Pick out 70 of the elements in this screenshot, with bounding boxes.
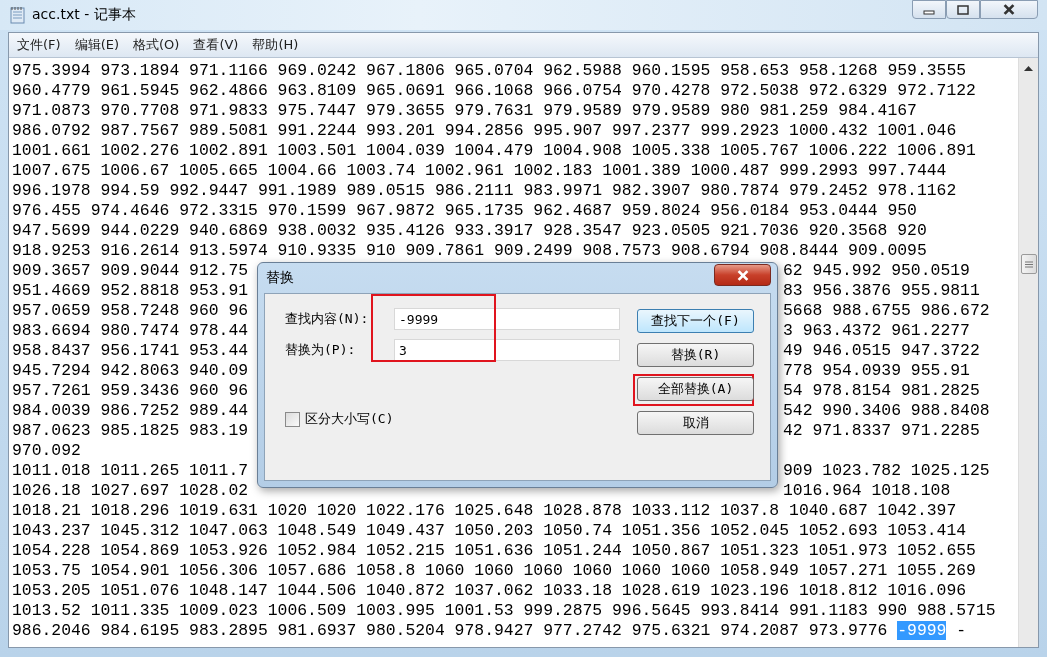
text-fragment: 984.0039 986.7252 989.44 [12, 401, 249, 420]
field-label: 查找内容(N): [285, 310, 370, 328]
text-line: 1018.21 1018.296 1019.631 1020 1020 1022.176 1025.648 1028.878 1033.112 1037.8 1040.687 1042.397 [12, 501, 958, 521]
text-fragment: 945.7294 942.8063 940.09 [12, 361, 249, 380]
dialog-title: 替换 [265, 269, 294, 287]
maximize-button[interactable] [946, 0, 980, 19]
scrollbar[interactable] [1018, 58, 1038, 647]
text-line: 986.2046 984.6195 983.2895 981.6937 980.5204 978.9427 977.2742 975.6321 974.2087 973.9776 [12, 621, 888, 640]
menu-item[interactable]: 文件(F) [11, 36, 67, 54]
field-label: 替换为(P): [285, 341, 357, 359]
text-fragment: 1016.964 1018.108 [783, 481, 951, 501]
dialog-button[interactable]: 查找下一个(F) [637, 309, 754, 333]
text-line: 971.0873 970.7708 971.9833 975.7447 979.3655 979.7631 979.9589 979.9589 980 981.259 984.4167 [12, 101, 918, 121]
text-line: 975.3994 973.1894 971.1166 969.0242 967.1806 965.0704 962.5988 960.1595 958.653 958.1268 959.3555 [12, 61, 968, 81]
text-line: 996.1978 994.59 992.9447 991.1989 989.0515 986.2111 983.9971 982.3907 980.7874 979.2452 978.1162 [12, 181, 958, 201]
notepad-icon [10, 6, 26, 24]
selected-text: -9999 [897, 621, 947, 640]
text-fragment: 62 945.992 950.0519 [783, 261, 970, 281]
close-icon [1002, 4, 1016, 15]
menu-item[interactable]: 编辑(E) [68, 36, 125, 54]
text-line: 1001.661 1002.276 1002.891 1003.501 1004.039 1004.479 1004.908 1005.338 1005.767 1006.222 1006.891 [12, 141, 977, 161]
minimize-button[interactable] [912, 0, 946, 19]
text-line: 918.9253 916.2614 913.5974 910.9335 910 909.7861 909.2499 908.7573 908.6794 908.8444 909.0095 [12, 241, 928, 261]
close-icon [735, 269, 750, 281]
maximize-icon [957, 4, 969, 15]
text-fragment: - [956, 621, 967, 640]
text-fragment: 3 963.4372 961.2277 [783, 321, 970, 341]
text-fragment: 1011.018 1011.265 1011.7 [12, 461, 249, 480]
text-fragment: 5668 988.6755 986.672 [783, 301, 990, 321]
text-line: 976.455 974.4646 972.3315 970.1599 967.9872 965.1735 962.4687 959.8024 956.0184 953.0444 950 [12, 201, 918, 221]
text-line: 986.0792 987.7567 989.5081 991.2244 993.201 994.2856 995.907 997.2377 999.2923 1000.432 1001.046 [12, 121, 958, 141]
text-fragment: 909.3657 909.9044 912.75 [12, 261, 249, 280]
text-fragment: 958.8437 956.1741 953.44 [12, 341, 249, 360]
text-fragment: 987.0623 985.1825 983.19 [12, 421, 249, 440]
scroll-up-icon[interactable] [1024, 66, 1033, 71]
text-line: 960.4779 961.5945 962.4866 963.8109 965.0691 966.1068 966.0754 970.4278 972.5038 972.6329 972.7122 [12, 81, 977, 101]
text-line: 1053.205 1051.076 1048.147 1044.506 1040.872 1037.062 1033.18 1028.619 1023.196 1018.812 1016.096 [12, 581, 968, 601]
text-fragment: 983.6694 980.7474 978.44 [12, 321, 249, 340]
input-field[interactable]: 3 [394, 339, 620, 361]
text-fragment: 49 946.0515 947.3722 [783, 341, 980, 361]
text-fragment: 1026.18 1027.697 1028.02 [12, 481, 249, 500]
text-fragment: 957.0659 958.7248 960 96 [12, 301, 249, 320]
text-fragment: 83 956.3876 955.9811 [783, 281, 980, 301]
text-fragment: 42 971.8337 971.2285 [783, 421, 980, 441]
text-fragment: 957.7261 959.3436 960 96 [12, 381, 249, 400]
text-line: 1013.52 1011.335 1009.023 1006.509 1003.995 1001.53 999.2875 996.5645 993.8414 991.1183 990 988.5715 [12, 601, 997, 621]
input-field[interactable]: -9999 [394, 308, 620, 330]
text-line: 1043.237 1045.312 1047.063 1048.549 1049.437 1050.203 1050.74 1051.356 1052.045 1052.693 1053.414 [12, 521, 968, 541]
text-line: 1053.75 1054.901 1056.306 1057.686 1058.8 1060 1060 1060 1060 1060 1060 1058.949 1057.271 1055.269 [12, 561, 977, 581]
text-line: 1007.675 1006.67 1005.665 1004.66 1003.74 1002.961 1002.183 1001.389 1000.487 999.2993 997.7444 [12, 161, 948, 181]
text-fragment: 951.4669 952.8818 953.91 [12, 281, 249, 300]
checkbox-label: 区分大小写(C) [305, 410, 394, 428]
checkbox[interactable] [285, 411, 300, 427]
text-fragment: 54 978.8154 981.2825 [783, 381, 980, 401]
close-button[interactable] [714, 264, 771, 286]
dialog-button[interactable]: 取消 [637, 411, 754, 435]
window-title: acc.txt - 记事本 [32, 6, 136, 24]
text-fragment: 542 990.3406 988.8408 [783, 401, 990, 421]
menu-item[interactable]: 格式(O) [127, 36, 186, 54]
text-line: 970.092 [12, 441, 82, 461]
close-button[interactable] [980, 0, 1038, 19]
text-fragment: 909 1023.782 1025.125 [783, 461, 990, 481]
dialog-button[interactable]: 替换(R) [637, 343, 754, 367]
menu-item[interactable]: 查看(V) [187, 36, 245, 54]
text-line: 947.5699 944.0229 940.6869 938.0032 935.4126 933.3917 928.3547 923.0505 921.7036 920.3568 920 [12, 221, 928, 241]
menu-item[interactable]: 帮助(H) [246, 36, 305, 54]
text-line: 1054.228 1054.869 1053.926 1052.984 1052.215 1051.636 1051.244 1050.867 1051.323 1051.973 1052.655 [12, 541, 977, 561]
dialog-button[interactable]: 全部替换(A) [637, 377, 754, 401]
scroll-thumb[interactable] [1021, 254, 1037, 274]
text-fragment: 778 954.0939 955.91 [783, 361, 970, 381]
